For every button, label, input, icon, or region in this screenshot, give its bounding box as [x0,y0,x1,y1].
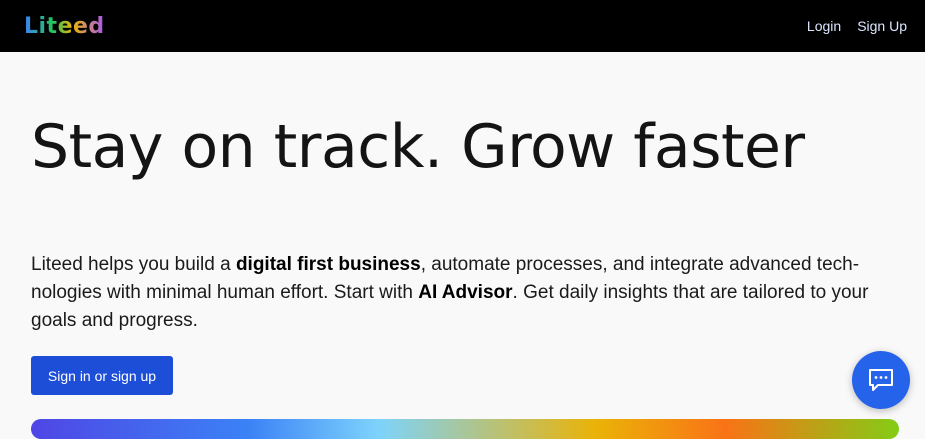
intro-bold-digital-first: digital first business [235,254,421,275]
chat-button[interactable] [852,351,910,409]
top-navbar: Liteed Login Sign Up [0,0,925,52]
brand-logo[interactable]: Liteed [24,14,105,39]
top-nav: Login Sign Up [807,18,907,34]
gradient-banner [31,419,899,439]
hero-intro: Liteed helps you build a digital first b… [31,251,896,335]
sign-up-link[interactable]: Sign Up [857,18,907,34]
hero-title: Stay on track. Grow faster [31,112,805,182]
intro-text-1: Liteed helps you build a [31,254,236,275]
chat-bubble-icon [867,367,895,393]
intro-bold-ai-advisor: AI Advisor [418,282,513,303]
sign-in-or-sign-up-button[interactable]: Sign in or sign up [31,356,173,395]
login-link[interactable]: Login [807,18,841,34]
